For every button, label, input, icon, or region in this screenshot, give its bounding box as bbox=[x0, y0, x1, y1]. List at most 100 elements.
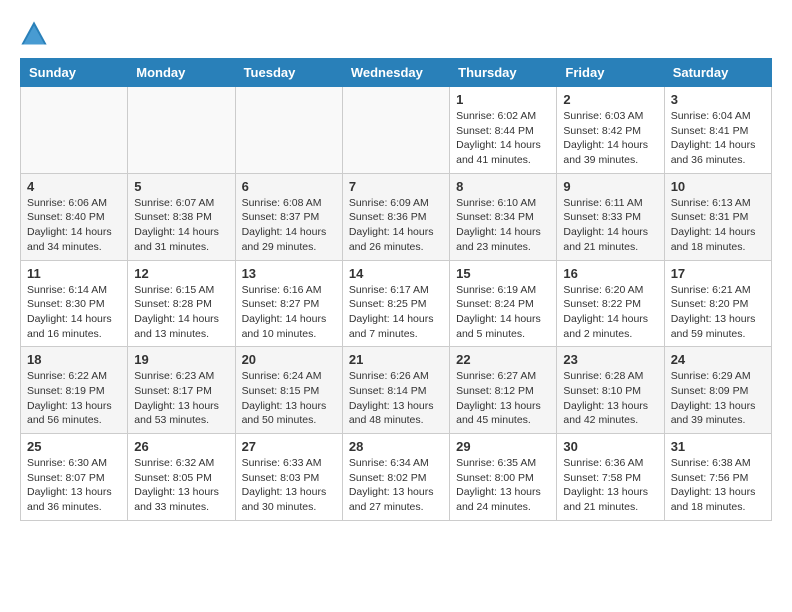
day-number: 11 bbox=[27, 266, 121, 281]
day-number: 26 bbox=[134, 439, 228, 454]
day-info: Sunrise: 6:28 AMSunset: 8:10 PMDaylight:… bbox=[563, 369, 657, 428]
calendar-cell: 7 Sunrise: 6:09 AMSunset: 8:36 PMDaylight… bbox=[342, 173, 449, 260]
day-info: Sunrise: 6:32 AMSunset: 8:05 PMDaylight:… bbox=[134, 456, 228, 515]
day-number: 23 bbox=[563, 352, 657, 367]
day-number: 17 bbox=[671, 266, 765, 281]
calendar-week-row: 25 Sunrise: 6:30 AMSunset: 8:07 PMDayligh… bbox=[21, 434, 772, 521]
calendar-cell: 31 Sunrise: 6:38 AMSunset: 7:56 PMDayligh… bbox=[664, 434, 771, 521]
day-header-tuesday: Tuesday bbox=[235, 59, 342, 87]
calendar-cell: 30 Sunrise: 6:36 AMSunset: 7:58 PMDayligh… bbox=[557, 434, 664, 521]
calendar-cell: 18 Sunrise: 6:22 AMSunset: 8:19 PMDayligh… bbox=[21, 347, 128, 434]
calendar-cell: 21Sunrise: 6:26 AMSunset: 8:14 PMDayligh… bbox=[342, 347, 449, 434]
day-number: 13 bbox=[242, 266, 336, 281]
day-number: 4 bbox=[27, 179, 121, 194]
calendar-cell bbox=[342, 87, 449, 174]
day-header-friday: Friday bbox=[557, 59, 664, 87]
day-number: 10 bbox=[671, 179, 765, 194]
day-info: Sunrise: 6:04 AMSunset: 8:41 PMDaylight:… bbox=[671, 109, 765, 168]
day-info: Sunrise: 6:08 AMSunset: 8:37 PMDaylight:… bbox=[242, 196, 336, 255]
calendar-cell: 20 Sunrise: 6:24 AMSunset: 8:15 PMDayligh… bbox=[235, 347, 342, 434]
day-header-saturday: Saturday bbox=[664, 59, 771, 87]
day-header-thursday: Thursday bbox=[450, 59, 557, 87]
day-info: Sunrise: 6:06 AMSunset: 8:40 PMDaylight:… bbox=[27, 196, 121, 255]
day-info: Sunrise: 6:21 AMSunset: 8:20 PMDaylight:… bbox=[671, 283, 765, 342]
calendar-cell: 8 Sunrise: 6:10 AMSunset: 8:34 PMDaylight… bbox=[450, 173, 557, 260]
day-header-wednesday: Wednesday bbox=[342, 59, 449, 87]
calendar-cell: 14 Sunrise: 6:17 AMSunset: 8:25 PMDayligh… bbox=[342, 260, 449, 347]
logo bbox=[20, 20, 52, 48]
calendar-cell: 2 Sunrise: 6:03 AMSunset: 8:42 PMDaylight… bbox=[557, 87, 664, 174]
calendar-cell: 26 Sunrise: 6:32 AMSunset: 8:05 PMDayligh… bbox=[128, 434, 235, 521]
day-number: 31 bbox=[671, 439, 765, 454]
day-info: Sunrise: 6:10 AMSunset: 8:34 PMDaylight:… bbox=[456, 196, 550, 255]
calendar-cell: 28 Sunrise: 6:34 AMSunset: 8:02 PMDayligh… bbox=[342, 434, 449, 521]
calendar-cell: 15 Sunrise: 6:19 AMSunset: 8:24 PMDayligh… bbox=[450, 260, 557, 347]
day-info: Sunrise: 6:33 AMSunset: 8:03 PMDaylight:… bbox=[242, 456, 336, 515]
day-number: 2 bbox=[563, 92, 657, 107]
day-info: Sunrise: 6:16 AMSunset: 8:27 PMDaylight:… bbox=[242, 283, 336, 342]
day-info: Sunrise: 6:36 AMSunset: 7:58 PMDaylight:… bbox=[563, 456, 657, 515]
header bbox=[20, 20, 772, 48]
calendar-cell: 23 Sunrise: 6:28 AMSunset: 8:10 PMDayligh… bbox=[557, 347, 664, 434]
day-info: Sunrise: 6:17 AMSunset: 8:25 PMDaylight:… bbox=[349, 283, 443, 342]
day-number: 14 bbox=[349, 266, 443, 281]
day-number: 30 bbox=[563, 439, 657, 454]
day-info: Sunrise: 6:34 AMSunset: 8:02 PMDaylight:… bbox=[349, 456, 443, 515]
day-number: 20 bbox=[242, 352, 336, 367]
calendar-week-row: 18 Sunrise: 6:22 AMSunset: 8:19 PMDayligh… bbox=[21, 347, 772, 434]
calendar-cell: 29 Sunrise: 6:35 AMSunset: 8:00 PMDayligh… bbox=[450, 434, 557, 521]
calendar-cell bbox=[21, 87, 128, 174]
calendar-cell bbox=[128, 87, 235, 174]
day-info: Sunrise: 6:38 AMSunset: 7:56 PMDaylight:… bbox=[671, 456, 765, 515]
day-info: Sunrise: 6:22 AMSunset: 8:19 PMDaylight:… bbox=[27, 369, 121, 428]
day-info: Sunrise: 6:27 AMSunset: 8:12 PMDaylight:… bbox=[456, 369, 550, 428]
day-number: 3 bbox=[671, 92, 765, 107]
day-info: Sunrise: 6:29 AMSunset: 8:09 PMDaylight:… bbox=[671, 369, 765, 428]
day-info: Sunrise: 6:20 AMSunset: 8:22 PMDaylight:… bbox=[563, 283, 657, 342]
day-info: Sunrise: 6:35 AMSunset: 8:00 PMDaylight:… bbox=[456, 456, 550, 515]
day-number: 15 bbox=[456, 266, 550, 281]
day-number: 5 bbox=[134, 179, 228, 194]
day-number: 24 bbox=[671, 352, 765, 367]
day-info: Sunrise: 6:24 AMSunset: 8:15 PMDaylight:… bbox=[242, 369, 336, 428]
day-info: Sunrise: 6:30 AMSunset: 8:07 PMDaylight:… bbox=[27, 456, 121, 515]
calendar-cell: 1Sunrise: 6:02 AMSunset: 8:44 PMDaylight… bbox=[450, 87, 557, 174]
calendar-cell: 10 Sunrise: 6:13 AMSunset: 8:31 PMDayligh… bbox=[664, 173, 771, 260]
calendar-cell: 6Sunrise: 6:08 AMSunset: 8:37 PMDaylight… bbox=[235, 173, 342, 260]
day-info: Sunrise: 6:23 AMSunset: 8:17 PMDaylight:… bbox=[134, 369, 228, 428]
day-info: Sunrise: 6:03 AMSunset: 8:42 PMDaylight:… bbox=[563, 109, 657, 168]
day-info: Sunrise: 6:15 AMSunset: 8:28 PMDaylight:… bbox=[134, 283, 228, 342]
day-info: Sunrise: 6:09 AMSunset: 8:36 PMDaylight:… bbox=[349, 196, 443, 255]
day-number: 8 bbox=[456, 179, 550, 194]
calendar-header-row: SundayMondayTuesdayWednesdayThursdayFrid… bbox=[21, 59, 772, 87]
day-number: 1 bbox=[456, 92, 550, 107]
day-header-sunday: Sunday bbox=[21, 59, 128, 87]
calendar-cell: 16 Sunrise: 6:20 AMSunset: 8:22 PMDayligh… bbox=[557, 260, 664, 347]
day-number: 29 bbox=[456, 439, 550, 454]
calendar-cell: 19 Sunrise: 6:23 AMSunset: 8:17 PMDayligh… bbox=[128, 347, 235, 434]
day-info: Sunrise: 6:26 AMSunset: 8:14 PMDaylight:… bbox=[349, 369, 443, 428]
calendar-cell: 25 Sunrise: 6:30 AMSunset: 8:07 PMDayligh… bbox=[21, 434, 128, 521]
calendar-cell: 11Sunrise: 6:14 AMSunset: 8:30 PMDayligh… bbox=[21, 260, 128, 347]
calendar-cell: 24 Sunrise: 6:29 AMSunset: 8:09 PMDayligh… bbox=[664, 347, 771, 434]
day-info: Sunrise: 6:19 AMSunset: 8:24 PMDaylight:… bbox=[456, 283, 550, 342]
day-number: 9 bbox=[563, 179, 657, 194]
calendar-cell: 17 Sunrise: 6:21 AMSunset: 8:20 PMDayligh… bbox=[664, 260, 771, 347]
day-number: 18 bbox=[27, 352, 121, 367]
calendar-cell: 4 Sunrise: 6:06 AMSunset: 8:40 PMDaylight… bbox=[21, 173, 128, 260]
day-number: 16 bbox=[563, 266, 657, 281]
calendar-cell: 22Sunrise: 6:27 AMSunset: 8:12 PMDayligh… bbox=[450, 347, 557, 434]
day-number: 28 bbox=[349, 439, 443, 454]
day-number: 7 bbox=[349, 179, 443, 194]
day-number: 25 bbox=[27, 439, 121, 454]
calendar-week-row: 11Sunrise: 6:14 AMSunset: 8:30 PMDayligh… bbox=[21, 260, 772, 347]
day-number: 27 bbox=[242, 439, 336, 454]
calendar-cell: 27 Sunrise: 6:33 AMSunset: 8:03 PMDayligh… bbox=[235, 434, 342, 521]
day-number: 12 bbox=[134, 266, 228, 281]
calendar-week-row: 1Sunrise: 6:02 AMSunset: 8:44 PMDaylight… bbox=[21, 87, 772, 174]
day-number: 19 bbox=[134, 352, 228, 367]
calendar-cell: 9Sunrise: 6:11 AMSunset: 8:33 PMDaylight… bbox=[557, 173, 664, 260]
calendar-cell: 3 Sunrise: 6:04 AMSunset: 8:41 PMDaylight… bbox=[664, 87, 771, 174]
day-info: Sunrise: 6:07 AMSunset: 8:38 PMDaylight:… bbox=[134, 196, 228, 255]
day-info: Sunrise: 6:13 AMSunset: 8:31 PMDaylight:… bbox=[671, 196, 765, 255]
